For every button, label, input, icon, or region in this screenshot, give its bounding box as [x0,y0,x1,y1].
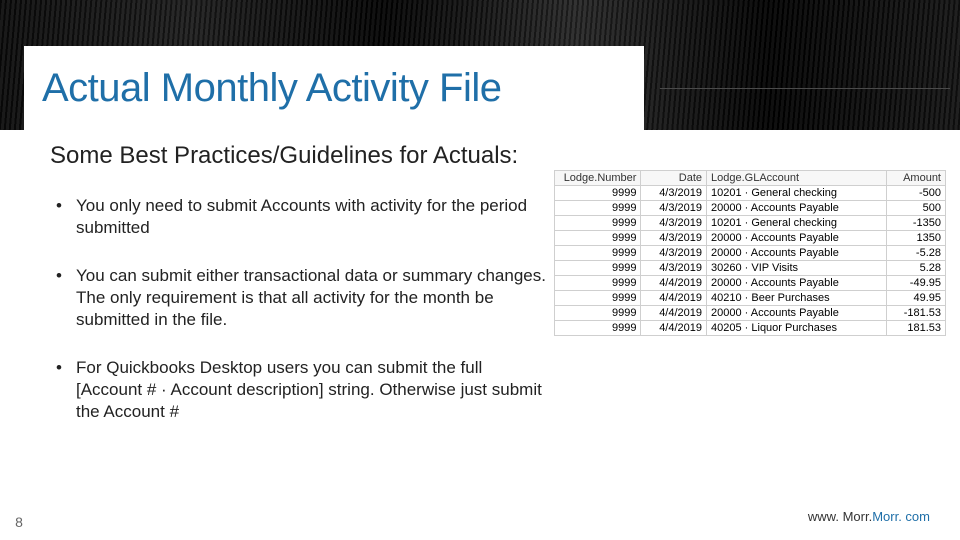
title-horizontal-rule [660,88,950,89]
col-header-date: Date [641,171,707,186]
bullet-list: You only need to submit Accounts with ac… [50,195,550,424]
footer-url-prefix: www. Morr. [808,509,872,524]
col-header-lodge: Lodge.Number [555,171,641,186]
col-header-amount: Amount [886,171,945,186]
table-row: 99994/4/201920000 · Accounts Payable-49.… [555,276,946,291]
col-header-glaccount: Lodge.GLAccount [707,171,887,186]
table-row: 99994/4/201940205 · Liquor Purchases181.… [555,321,946,336]
list-item: You only need to submit Accounts with ac… [50,195,550,239]
table-row: 99994/4/201920000 · Accounts Payable-181… [555,306,946,321]
body-left-column: Some Best Practices/Guidelines for Actua… [50,142,550,450]
title-plate: Actual Monthly Activity File [24,46,644,130]
footer-url-suffix: Morr. com [872,509,930,524]
table-body: 99994/3/201910201 · General checking-500… [555,186,946,336]
page-number: 8 [0,504,38,540]
slide: Actual Monthly Activity File Some Best P… [0,0,960,540]
table-row: 99994/4/201940210 · Beer Purchases49.95 [555,291,946,306]
list-item: For Quickbooks Desktop users you can sub… [50,357,550,423]
table-row: 99994/3/201910201 · General checking-500 [555,186,946,201]
table-row: 99994/3/201920000 · Accounts Payable1350 [555,231,946,246]
subheading: Some Best Practices/Guidelines for Actua… [50,142,550,171]
table-row: 99994/3/201920000 · Accounts Payable-5.2… [555,246,946,261]
table-row: 99994/3/201930260 · VIP Visits5.28 [555,261,946,276]
slide-title: Actual Monthly Activity File [42,66,502,111]
footer-url: www. Morr.Morr. com [808,509,930,524]
table-row: 99994/3/201920000 · Accounts Payable500 [555,201,946,216]
table-header-row: Lodge.Number Date Lodge.GLAccount Amount [555,171,946,186]
list-item: You can submit either transactional data… [50,265,550,331]
table-row: 99994/3/201910201 · General checking-135… [555,216,946,231]
data-table: Lodge.Number Date Lodge.GLAccount Amount… [554,170,946,336]
